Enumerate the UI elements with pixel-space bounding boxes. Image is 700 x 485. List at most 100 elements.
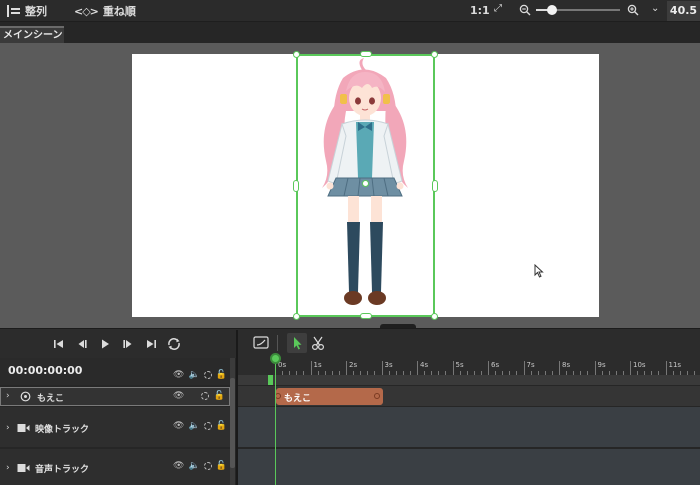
ruler-label: 3s: [384, 361, 393, 369]
clip-label: もえこ: [284, 394, 312, 404]
ruler-label: 5s: [455, 361, 464, 369]
ruler-label: 7s: [526, 361, 535, 369]
expand-chevron-icon[interactable]: ›: [6, 423, 10, 433]
chevron-down-icon[interactable]: ⌄: [651, 3, 659, 14]
play-icon[interactable]: [97, 336, 113, 352]
timeline-lane-audio[interactable]: [238, 449, 700, 485]
ruler-tick: [665, 361, 667, 375]
resize-handle-bottom-left[interactable]: [293, 313, 300, 320]
ruler-label: 1s: [313, 361, 322, 369]
timeline-lane-video[interactable]: [238, 407, 700, 447]
ruler-label: 11s: [668, 361, 682, 369]
ruler-tick: [452, 361, 454, 375]
keyframe-graph-icon[interactable]: [253, 336, 269, 350]
audio-track-icon: [17, 464, 30, 472]
solo-icon[interactable]: [203, 371, 212, 379]
track-label: 音声トラック: [35, 465, 90, 475]
expand-chevron-icon[interactable]: ›: [6, 391, 10, 401]
tab-main-scene[interactable]: メインシーン: [0, 26, 64, 43]
anchor-point[interactable]: [362, 180, 369, 187]
resize-handle-bottom[interactable]: [360, 313, 372, 319]
ruler-tick: [594, 361, 596, 375]
toolbar-separator: [277, 335, 278, 351]
ruler-label: 4s: [420, 361, 429, 369]
scissors-icon[interactable]: [311, 335, 325, 351]
ruler-tick: [346, 361, 347, 375]
video-track-icon: [17, 424, 30, 432]
work-area-bar[interactable]: [238, 375, 700, 385]
global-track-controls: 👁 🔈 🔓: [173, 370, 227, 380]
ruler-tick: [630, 361, 631, 375]
order-label: 重ね順: [102, 5, 136, 18]
speaker-icon[interactable]: 🔈: [188, 421, 199, 431]
track-controls: 👁 🔈 🔓: [173, 461, 227, 471]
playhead-knob[interactable]: [270, 353, 281, 364]
solo-icon[interactable]: [201, 392, 210, 400]
order-button[interactable]: <◇> 重ね順: [74, 0, 136, 22]
resize-handle-top-right[interactable]: [431, 51, 438, 58]
time-ruler[interactable]: 0s 1s 2s 3s 4s 5s 6s 7s 8s 9s 10s 11s: [238, 358, 700, 375]
zoom-in-icon[interactable]: [627, 4, 639, 16]
resize-handle-top-left[interactable]: [293, 51, 300, 58]
solo-icon[interactable]: [203, 462, 212, 470]
track-scrollbar-thumb[interactable]: [230, 378, 235, 468]
zoom-slider-thumb[interactable]: [546, 5, 557, 15]
work-area-start-marker[interactable]: [268, 375, 273, 385]
track-label: もえこ: [37, 394, 65, 404]
timeline-clip[interactable]: もえこ: [275, 388, 383, 405]
align-icon: [6, 5, 20, 17]
ruler-tick: [523, 361, 525, 375]
ruler-label: 9s: [597, 361, 606, 369]
character-icon: [20, 391, 31, 402]
ratio-button[interactable]: 1:1: [470, 0, 490, 22]
solo-icon[interactable]: [203, 422, 212, 430]
zoom-value-field[interactable]: 40.5: [667, 1, 700, 21]
zoom-slider[interactable]: [536, 5, 620, 15]
lock-icon[interactable]: 🔓: [216, 461, 227, 471]
skip-to-end-icon[interactable]: [143, 336, 159, 352]
zoom-out-icon[interactable]: [519, 4, 531, 16]
pointer-tool-icon: [294, 337, 302, 350]
eye-icon[interactable]: 👁: [173, 391, 184, 401]
lock-icon[interactable]: 🔓: [216, 370, 227, 380]
ruler-tick: [417, 361, 418, 375]
track-label: 映像トラック: [35, 425, 90, 435]
clip-end-handle[interactable]: [374, 393, 380, 399]
ruler-tick: [381, 361, 383, 375]
top-toolbar: 整列 <◇> 重ね順 1:1 ⤢ ⌄ 40.5: [0, 0, 700, 22]
step-back-icon[interactable]: [74, 336, 90, 352]
eye-icon[interactable]: 👁: [173, 461, 184, 471]
ruler-tick: [310, 361, 312, 375]
ruler-tick: [559, 361, 560, 375]
layer-order-icon: <◇>: [74, 4, 99, 18]
select-tool-button[interactable]: [287, 333, 307, 353]
ruler-label: 6s: [491, 361, 500, 369]
ruler-tick: [488, 361, 489, 375]
expand-chevron-icon[interactable]: ›: [6, 463, 10, 473]
timecode-display[interactable]: 00:00:00:00: [8, 364, 82, 377]
resize-handle-top[interactable]: [360, 51, 372, 57]
speaker-icon[interactable]: 🔈: [188, 461, 199, 471]
resize-handle-bottom-right[interactable]: [431, 313, 438, 320]
track-controls: 👁 🔈 🔓: [173, 421, 227, 431]
loop-icon[interactable]: [166, 336, 182, 352]
mouse-cursor-icon: [534, 264, 544, 278]
align-button[interactable]: 整列: [6, 0, 47, 22]
track-controls: 👁 🔓: [173, 391, 225, 401]
eye-icon[interactable]: 👁: [173, 370, 184, 380]
step-forward-icon[interactable]: [120, 336, 136, 352]
resize-handle-right[interactable]: [432, 180, 438, 192]
eye-icon[interactable]: 👁: [173, 421, 184, 431]
ruler-label: 2s: [349, 361, 358, 369]
resize-handle-left[interactable]: [293, 180, 299, 192]
lock-icon[interactable]: 🔓: [213, 391, 224, 401]
speaker-icon[interactable]: 🔈: [188, 370, 199, 380]
skip-to-start-icon[interactable]: [51, 336, 67, 352]
fit-screen-icon[interactable]: ⤢: [492, 3, 504, 15]
playhead-line[interactable]: [275, 360, 276, 485]
ruler-label: 10s: [633, 361, 646, 369]
lock-icon[interactable]: 🔓: [216, 421, 227, 431]
align-label: 整列: [25, 5, 47, 18]
ruler-label: 8s: [562, 361, 571, 369]
track-scrollbar[interactable]: [230, 358, 235, 485]
